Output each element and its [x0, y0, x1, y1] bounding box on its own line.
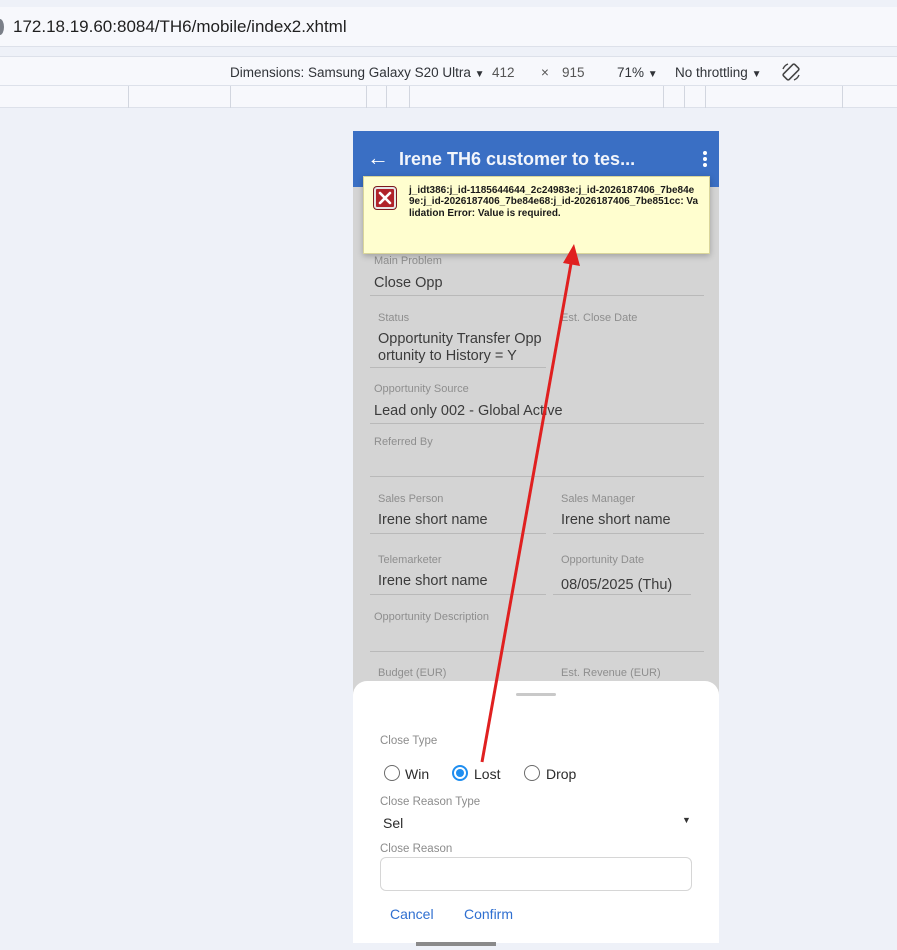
- device-width-input[interactable]: 412: [492, 65, 515, 80]
- error-message-text: j_idt386:j_id-1185644644_2c24983e:j_id-2…: [409, 185, 699, 219]
- device-height-input[interactable]: 915: [562, 65, 585, 80]
- referred-by-label: Referred By: [374, 436, 433, 448]
- telemarketer-label: Telemarketer: [378, 554, 442, 566]
- radio-lost-label[interactable]: Lost: [474, 766, 500, 782]
- page-title: Irene TH6 customer to tes...: [399, 149, 636, 169]
- close-type-label: Close Type: [380, 735, 438, 747]
- throttling-value: No throttling: [675, 65, 748, 80]
- sheet-drag-handle[interactable]: [516, 693, 556, 696]
- status-label: Status: [378, 312, 410, 324]
- radio-drop-label[interactable]: Drop: [546, 766, 576, 782]
- close-reason-label: Close Reason: [380, 843, 453, 855]
- est-revenue-label: Est. Revenue (EUR): [561, 667, 661, 679]
- sales-person-value[interactable]: Irene short name: [378, 512, 488, 529]
- confirm-button[interactable]: Confirm: [464, 906, 513, 922]
- sales-person-label: Sales Person: [378, 493, 444, 505]
- opportunity-description-field[interactable]: [370, 651, 704, 652]
- error-message-toast: j_idt386:j_id-1185644644_2c24983e:j_id-2…: [363, 176, 710, 254]
- zoom-select[interactable]: 71% ▼: [617, 65, 658, 80]
- telemarketer-value[interactable]: Irene short name: [378, 573, 488, 590]
- caret-down-icon: ▼: [647, 69, 658, 80]
- opportunity-source-label: Opportunity Source: [374, 383, 469, 395]
- throttling-select[interactable]: No throttling ▼: [675, 65, 761, 80]
- opportunity-date-label: Opportunity Date: [561, 554, 645, 566]
- radio-drop[interactable]: [524, 765, 540, 781]
- close-opportunity-sheet: Close Type Win Lost Drop Close Reason Ty…: [353, 681, 719, 943]
- device-dimensions-select[interactable]: Dimensions: Samsung Galaxy S20 Ultra ▼: [230, 65, 485, 80]
- more-vertical-icon[interactable]: [703, 151, 707, 167]
- device-toolbar: Dimensions: Samsung Galaxy S20 Ultra ▼ 4…: [0, 56, 897, 86]
- zoom-value: 71%: [617, 65, 645, 80]
- close-reason-type-label: Close Reason Type: [380, 796, 481, 808]
- address-bar[interactable]: 172.18.19.60:8084/TH6/mobile/index2.xhtm…: [0, 7, 897, 47]
- opportunity-date-value[interactable]: 08/05/2025 (Thu): [561, 577, 672, 594]
- underlying-content-peek: [416, 940, 496, 946]
- back-arrow-icon[interactable]: ←: [367, 147, 389, 169]
- device-dimensions-label: Dimensions: Samsung Galaxy S20 Ultra: [230, 65, 471, 80]
- close-reason-input[interactable]: [380, 857, 692, 891]
- rotate-icon[interactable]: [780, 61, 802, 83]
- opportunity-description-label: Opportunity Description: [374, 611, 489, 623]
- sales-manager-label: Sales Manager: [561, 493, 635, 505]
- sales-manager-value[interactable]: Irene short name: [561, 512, 671, 529]
- close-reason-type-select[interactable]: Sel: [383, 815, 403, 831]
- cancel-button[interactable]: Cancel: [390, 906, 434, 922]
- status-value-line1[interactable]: Opportunity Transfer Opp: [378, 331, 542, 348]
- error-close-icon[interactable]: [374, 187, 396, 209]
- main-problem-label: Main Problem: [374, 255, 442, 267]
- opportunity-source-value[interactable]: Lead only 002 - Global Active: [374, 403, 563, 420]
- media-query-ruler: [0, 86, 897, 108]
- url-text[interactable]: 172.18.19.60:8084/TH6/mobile/index2.xhtm…: [13, 17, 347, 37]
- radio-win[interactable]: [384, 765, 400, 781]
- referred-by-field[interactable]: [370, 476, 704, 477]
- radio-win-label[interactable]: Win: [405, 766, 429, 782]
- dimension-times-sign: ×: [541, 65, 549, 80]
- radio-lost[interactable]: [452, 765, 468, 781]
- site-info-icon[interactable]: [0, 18, 4, 35]
- est-close-date-label: Est. Close Date: [561, 312, 638, 324]
- caret-down-icon: ▼: [474, 69, 485, 80]
- budget-label: Budget (EUR): [378, 667, 447, 679]
- main-problem-value[interactable]: Close Opp: [374, 275, 443, 292]
- caret-down-icon: ▼: [751, 69, 762, 80]
- dropdown-caret-icon[interactable]: ▼: [682, 815, 691, 825]
- status-value-line2[interactable]: ortunity to History = Y: [378, 348, 517, 365]
